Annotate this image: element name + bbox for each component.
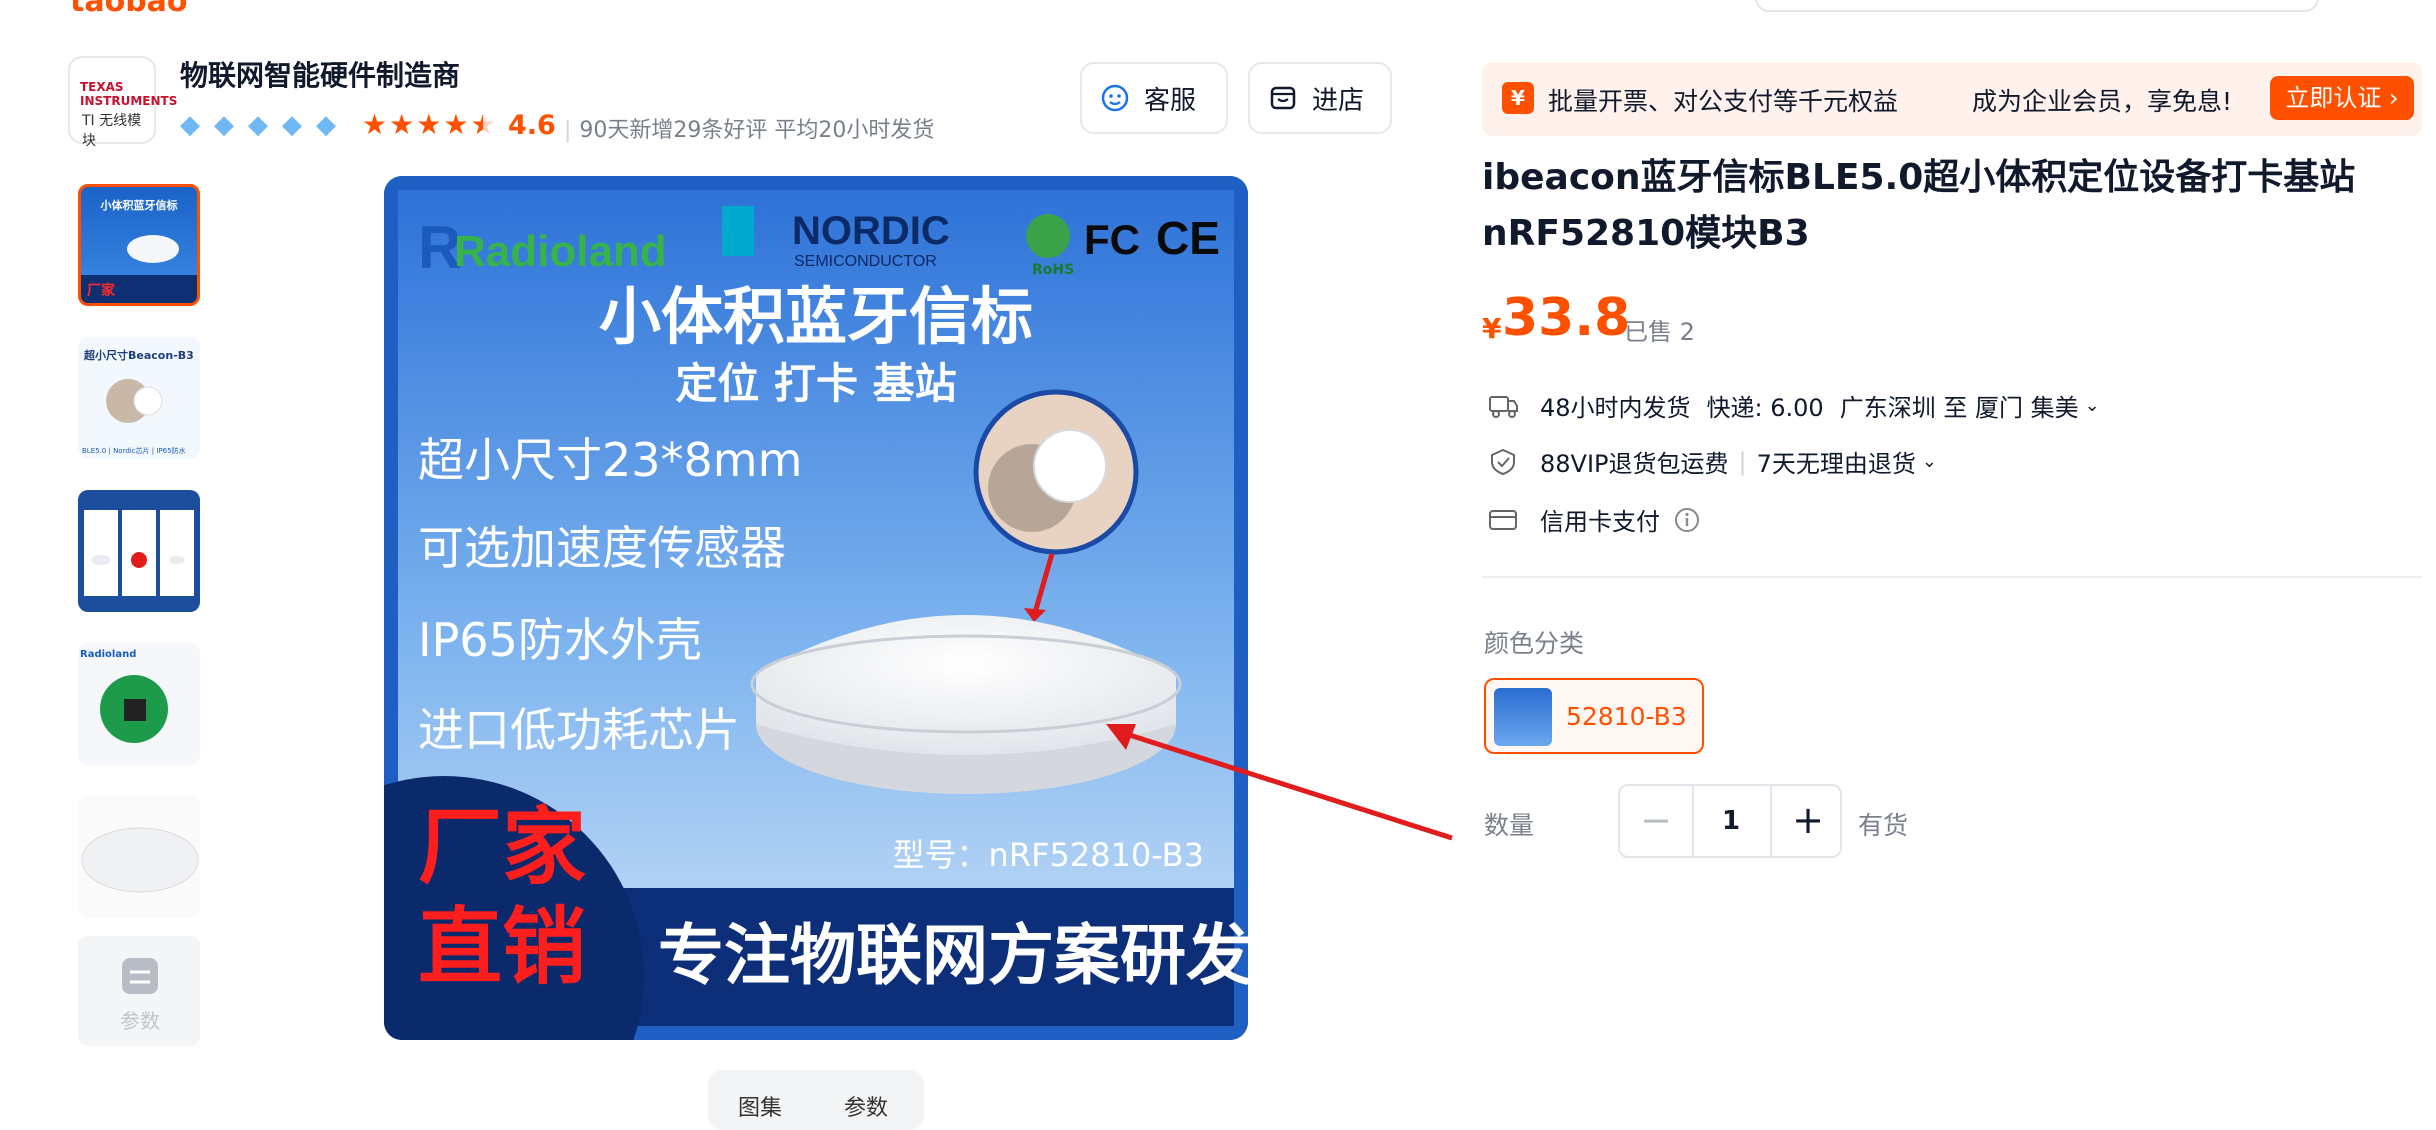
stock-status: 有货 — [1858, 811, 1909, 840]
gallery-thumbnail[interactable]: Radioland — [78, 643, 200, 765]
thumb-caption: BLE5.0 | Nordic芯片 | IP65防水 — [82, 446, 186, 455]
product-price: 33.8 — [1502, 288, 1631, 348]
section-divider — [1482, 576, 2422, 578]
shop-review-stats: | 90天新增29条好评 平均20小时发货 — [564, 118, 935, 143]
decrease-quantity-button[interactable]: − — [1620, 786, 1694, 856]
shipping-row: 48小时内发货 快递: 6.00 广东深圳 至 厦门 集美 ⌄ — [1486, 388, 2100, 423]
enterprise-promo-banner[interactable]: ¥ 批量开票、对公支付等千元权益 成为企业会员，享免息! 立即认证 › — [1482, 62, 2422, 136]
enter-store-button[interactable]: 进店 — [1248, 62, 1392, 134]
diamond-icon: ◆ — [214, 110, 234, 140]
color-option-selected[interactable]: 52810-B3 — [1484, 678, 1704, 754]
dispatch-time: 48小时内发货 — [1540, 394, 1691, 422]
color-option-label: 52810-B3 — [1566, 702, 1687, 731]
annotation-arrow — [1106, 724, 1453, 841]
shop-stats-text: 90天新增29条好评 平均20小时发货 — [579, 118, 935, 143]
star-icon: ★ — [416, 108, 442, 141]
shop-logo[interactable]: TEXAS INSTRUMENTS TI 无线模块 — [68, 56, 177, 149]
payment-row: 信用卡支付 — [1486, 502, 1700, 537]
search-bar[interactable] — [1755, 0, 2319, 12]
shop-level-diamonds: ◆ ◆ ◆ ◆ ◆ — [180, 112, 346, 138]
chevron-down-icon[interactable]: ⌄ — [1922, 451, 1937, 472]
half-star-icon: ★ — [470, 108, 496, 141]
store-label: 进店 — [1312, 85, 1365, 116]
ce-mark: CE — [1156, 212, 1220, 264]
seven-day-return[interactable]: 7天无理由退货 — [1757, 444, 1916, 479]
diamond-icon: ◆ — [316, 110, 336, 140]
gallery-thumbnail[interactable] — [78, 796, 200, 918]
store-icon — [1270, 86, 1296, 110]
gallery-thumbnail[interactable] — [78, 490, 200, 612]
params-label: 参数 — [120, 1009, 160, 1033]
fcc-mark: FC — [1084, 216, 1140, 263]
shop-logo-brand: TEXAS INSTRUMENTS — [80, 80, 178, 108]
verify-now-button[interactable]: 立即认证 › — [2270, 76, 2414, 120]
color-category-label: 颜色分类 — [1484, 629, 1585, 658]
image-headline: 小体积蓝牙信标 — [599, 280, 1033, 353]
service-chat-icon — [1101, 84, 1129, 112]
yuan-icon: ¥ — [1502, 82, 1534, 114]
star-icon: ★ — [362, 108, 388, 141]
service-row: 88VIP退货包运费 | 7天无理由退货 ⌄ — [1486, 444, 1937, 479]
shipping-route[interactable]: 广东深圳 至 厦门 集美 — [1840, 388, 2079, 423]
shop-rating-stars: ★ ★ ★ ★ ★ — [362, 108, 496, 141]
shop-rating-value: 4.6 — [508, 110, 556, 141]
quantity-input[interactable]: 1 — [1694, 786, 1768, 856]
gallery-thumbnail[interactable]: 超小尺寸Beacon-B3 BLE5.0 | Nordic芯片 | IP65防水 — [78, 337, 200, 459]
gallery-thumbnail[interactable]: 小体积蓝牙信标 厂家 — [78, 184, 200, 306]
credit-card-payment: 信用卡支付 — [1540, 508, 1660, 536]
increase-quantity-button[interactable]: + — [1770, 786, 1844, 856]
feature-1: 超小尺寸23*8mm — [418, 433, 802, 487]
shop-logo-subtext: TI 无线模块 — [82, 113, 142, 149]
nordic-subtext: SEMICONDUCTOR — [794, 253, 937, 270]
brand-radioland: Radioland — [454, 227, 667, 276]
gallery-tab-strip[interactable]: 图集 参数 — [708, 1070, 924, 1130]
diamond-icon: ◆ — [248, 110, 268, 140]
feature-4: 进口低功耗芯片 — [418, 703, 740, 757]
tab-params[interactable]: 参数 — [844, 1090, 888, 1122]
customer-service-button[interactable]: 客服 — [1080, 62, 1228, 134]
thumb-headline: 小体积蓝牙信标 — [100, 198, 178, 212]
bottom-slogan: 专注物联网方案研发 — [658, 917, 1248, 994]
quantity-stepper: − 1 + — [1618, 784, 1842, 858]
currency-symbol: ¥ — [1482, 312, 1502, 345]
diamond-icon: ◆ — [180, 110, 200, 140]
promo-member-text: 成为企业会员，享免息! — [1972, 87, 2233, 116]
service-label: 客服 — [1144, 85, 1197, 116]
main-product-image[interactable]: R Radioland NORDIC SEMICONDUCTOR RoHS FC… — [384, 176, 1248, 1040]
site-logo[interactable]: taobao — [70, 0, 188, 19]
diamond-icon: ◆ — [282, 110, 302, 140]
credit-card-icon — [1489, 509, 1517, 530]
promo-text: 批量开票、对公支付等千元权益 — [1548, 87, 1899, 116]
badge-line-1: 厂家 — [418, 798, 586, 896]
svg-text:Radioland: Radioland — [80, 649, 136, 660]
star-icon: ★ — [443, 108, 469, 141]
color-option-swatch — [1494, 688, 1552, 746]
thumb-title: 超小尺寸Beacon-B3 — [83, 348, 194, 362]
express-fee: 快递: 6.00 — [1706, 394, 1824, 422]
image-subheadline: 定位 打卡 基站 — [675, 359, 956, 408]
rohs-mark: RoHS — [1032, 262, 1074, 278]
tab-gallery[interactable]: 图集 — [738, 1090, 782, 1122]
feature-3: IP65防水外壳 — [418, 613, 702, 667]
svg-text:厂家: 厂家 — [87, 282, 116, 299]
nordic-logo: NORDIC — [792, 209, 950, 253]
truck-icon — [1489, 395, 1518, 418]
feature-2: 可选加速度传感器 — [418, 521, 786, 575]
star-icon: ★ — [389, 108, 415, 141]
shop-name[interactable]: 物联网智能硬件制造商 — [180, 54, 460, 94]
vip-return-shipping: 88VIP退货包运费 — [1540, 450, 1729, 478]
gallery-params-thumbnail[interactable]: 参数 — [78, 936, 200, 1046]
sold-count: 已售 2 — [1624, 318, 1695, 346]
quantity-label: 数量 — [1484, 811, 1535, 840]
shield-icon — [1491, 448, 1515, 475]
chevron-down-icon[interactable]: ⌄ — [2085, 395, 2100, 416]
info-icon[interactable] — [1674, 507, 1700, 533]
product-title: ibeacon蓝牙信标BLE5.0超小体积定位设备打卡基站nRF52810模块B… — [1482, 157, 2356, 254]
badge-line-2: 直销 — [418, 898, 586, 996]
